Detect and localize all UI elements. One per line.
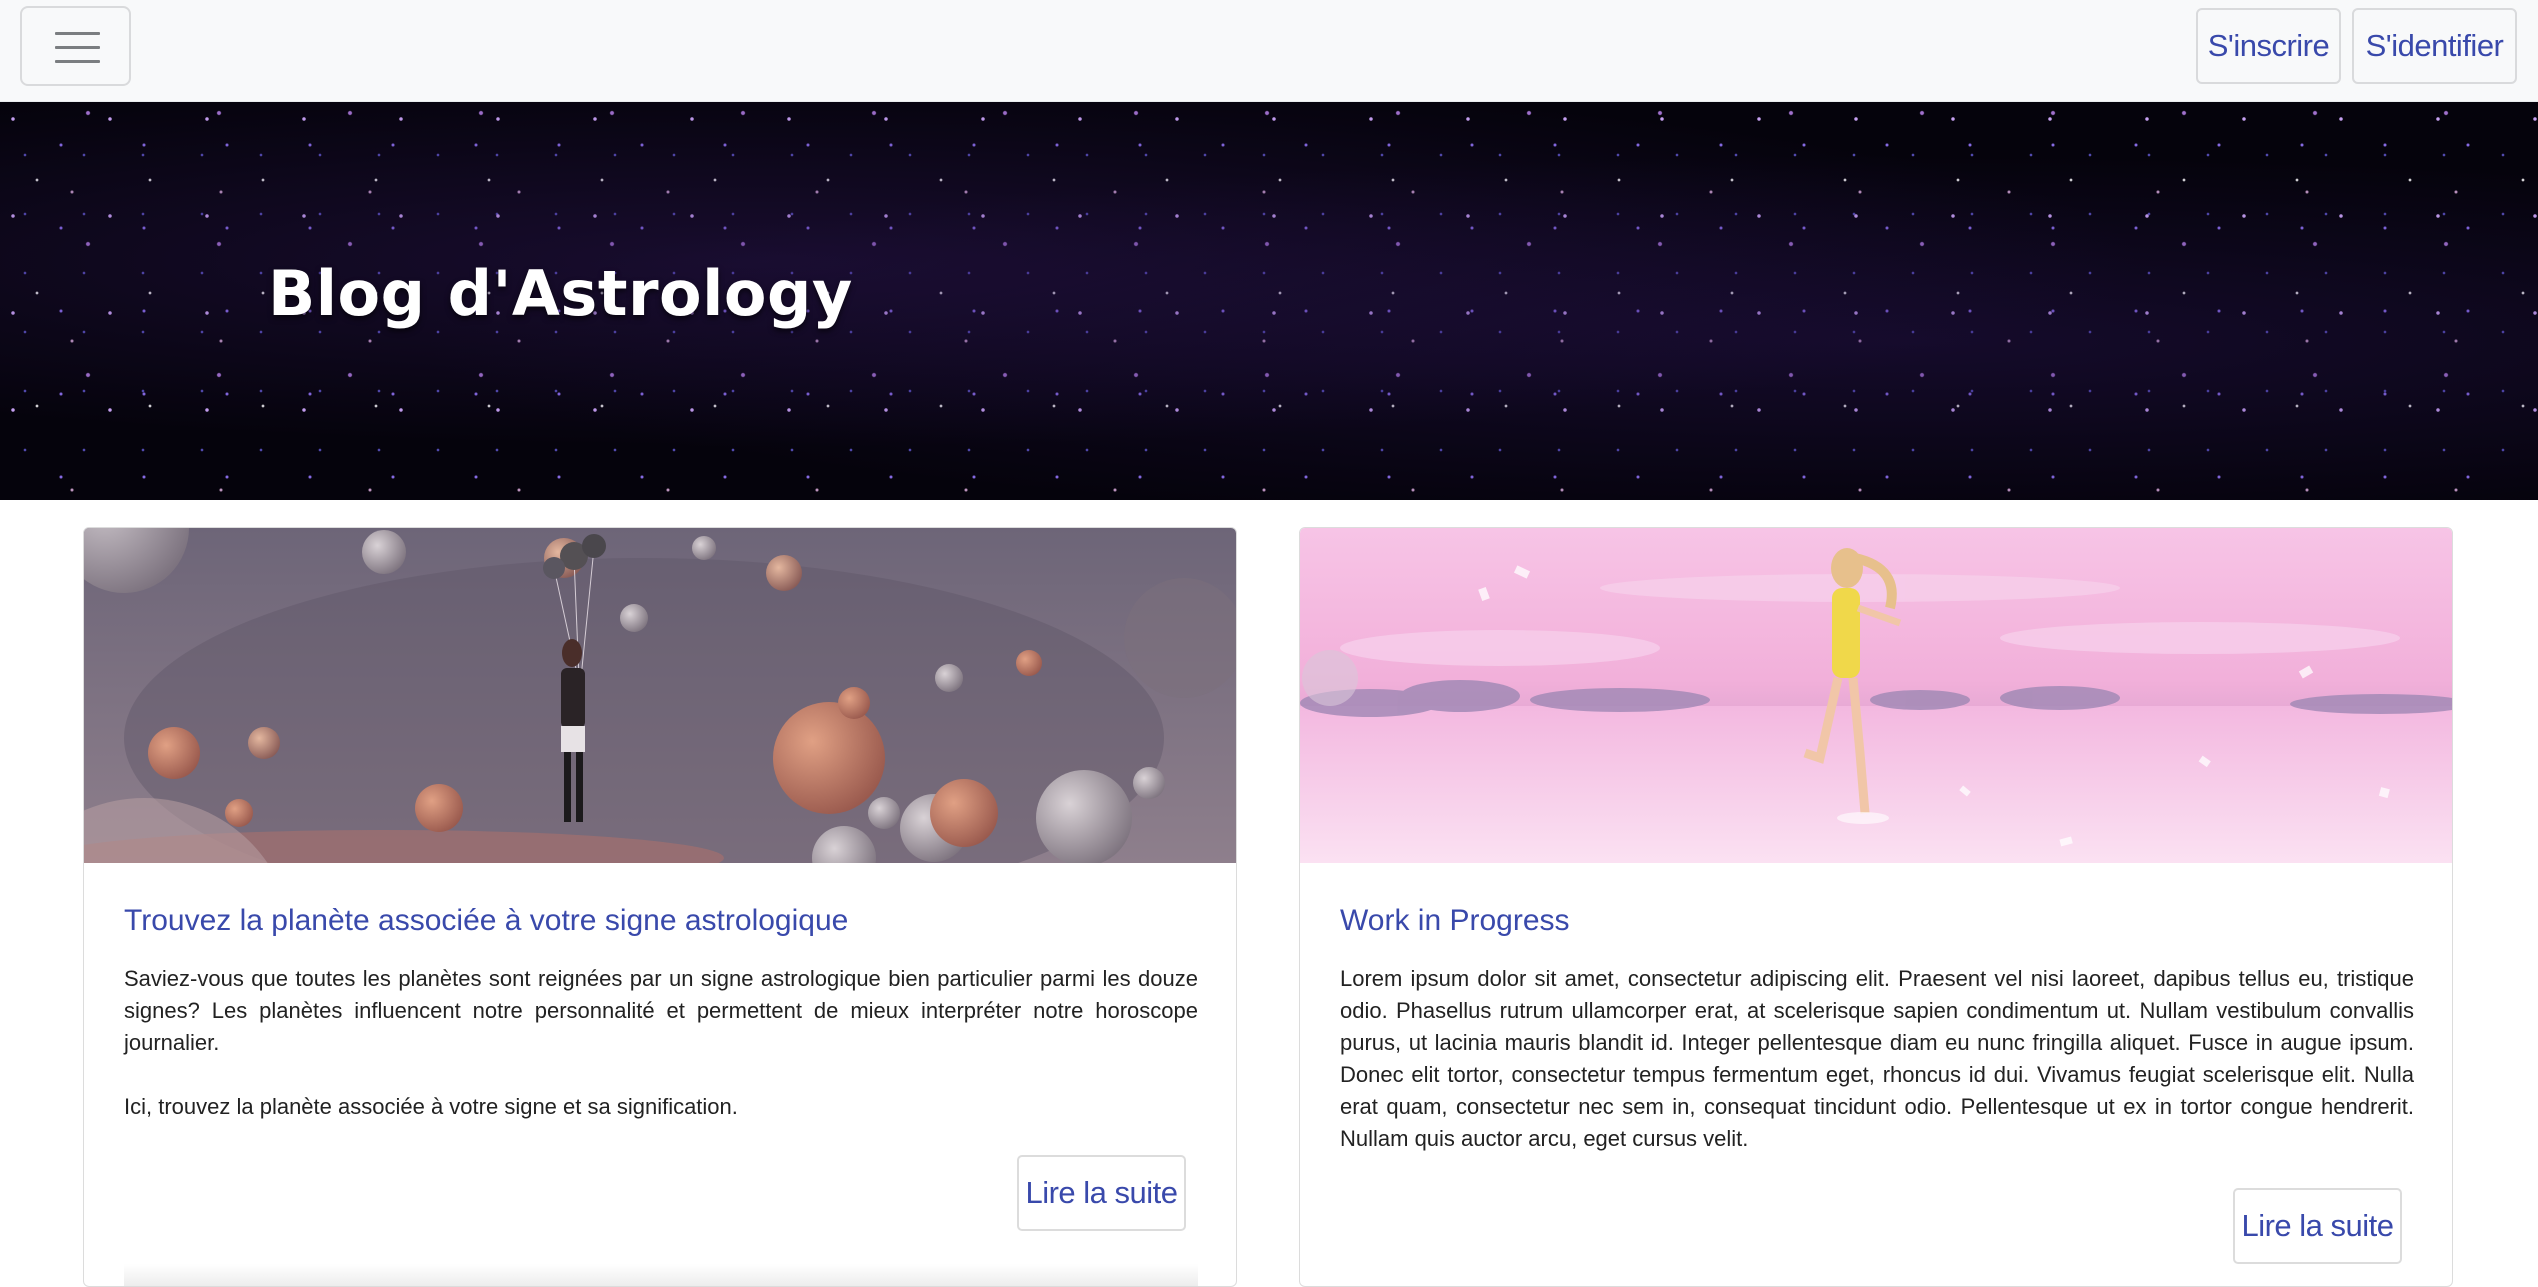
excerpt-paragraph: Ici, trouvez la planète associée à votre… — [124, 1094, 738, 1119]
article-image-planets — [84, 528, 1236, 863]
hamburger-line — [55, 60, 100, 63]
hamburger-line — [55, 46, 100, 49]
card-fade — [124, 1264, 1198, 1286]
article-excerpt: Saviez-vous que toutes les planètes sont… — [124, 963, 1198, 1123]
hero-banner: Blog d'Astrology — [0, 102, 2538, 500]
article-image-pink-sky — [1300, 528, 2452, 863]
hamburger-line — [55, 32, 100, 35]
article-card: Work in Progress Lorem ipsum dolor sit a… — [1299, 527, 2453, 1287]
hamburger-menu-icon[interactable] — [20, 6, 131, 86]
article-excerpt: Lorem ipsum dolor sit amet, consectetur … — [1340, 963, 2414, 1155]
article-title[interactable]: Trouvez la planète associée à votre sign… — [124, 904, 848, 938]
article-title[interactable]: Work in Progress — [1340, 904, 1570, 938]
read-more-button[interactable]: Lire la suite — [2233, 1188, 2402, 1264]
login-button[interactable]: S'identifier — [2352, 8, 2517, 84]
signup-button[interactable]: S'inscrire — [2196, 8, 2341, 84]
read-more-button[interactable]: Lire la suite — [1017, 1155, 1186, 1231]
page-title: Blog d'Astrology — [268, 257, 853, 330]
article-card: Trouvez la planète associée à votre sign… — [83, 527, 1237, 1287]
top-navbar: S'inscrire S'identifier — [0, 0, 2538, 102]
excerpt-paragraph: Saviez-vous que toutes les planètes sont… — [124, 966, 1198, 1055]
excerpt-paragraph: Lorem ipsum dolor sit amet, consectetur … — [1340, 966, 2414, 1151]
